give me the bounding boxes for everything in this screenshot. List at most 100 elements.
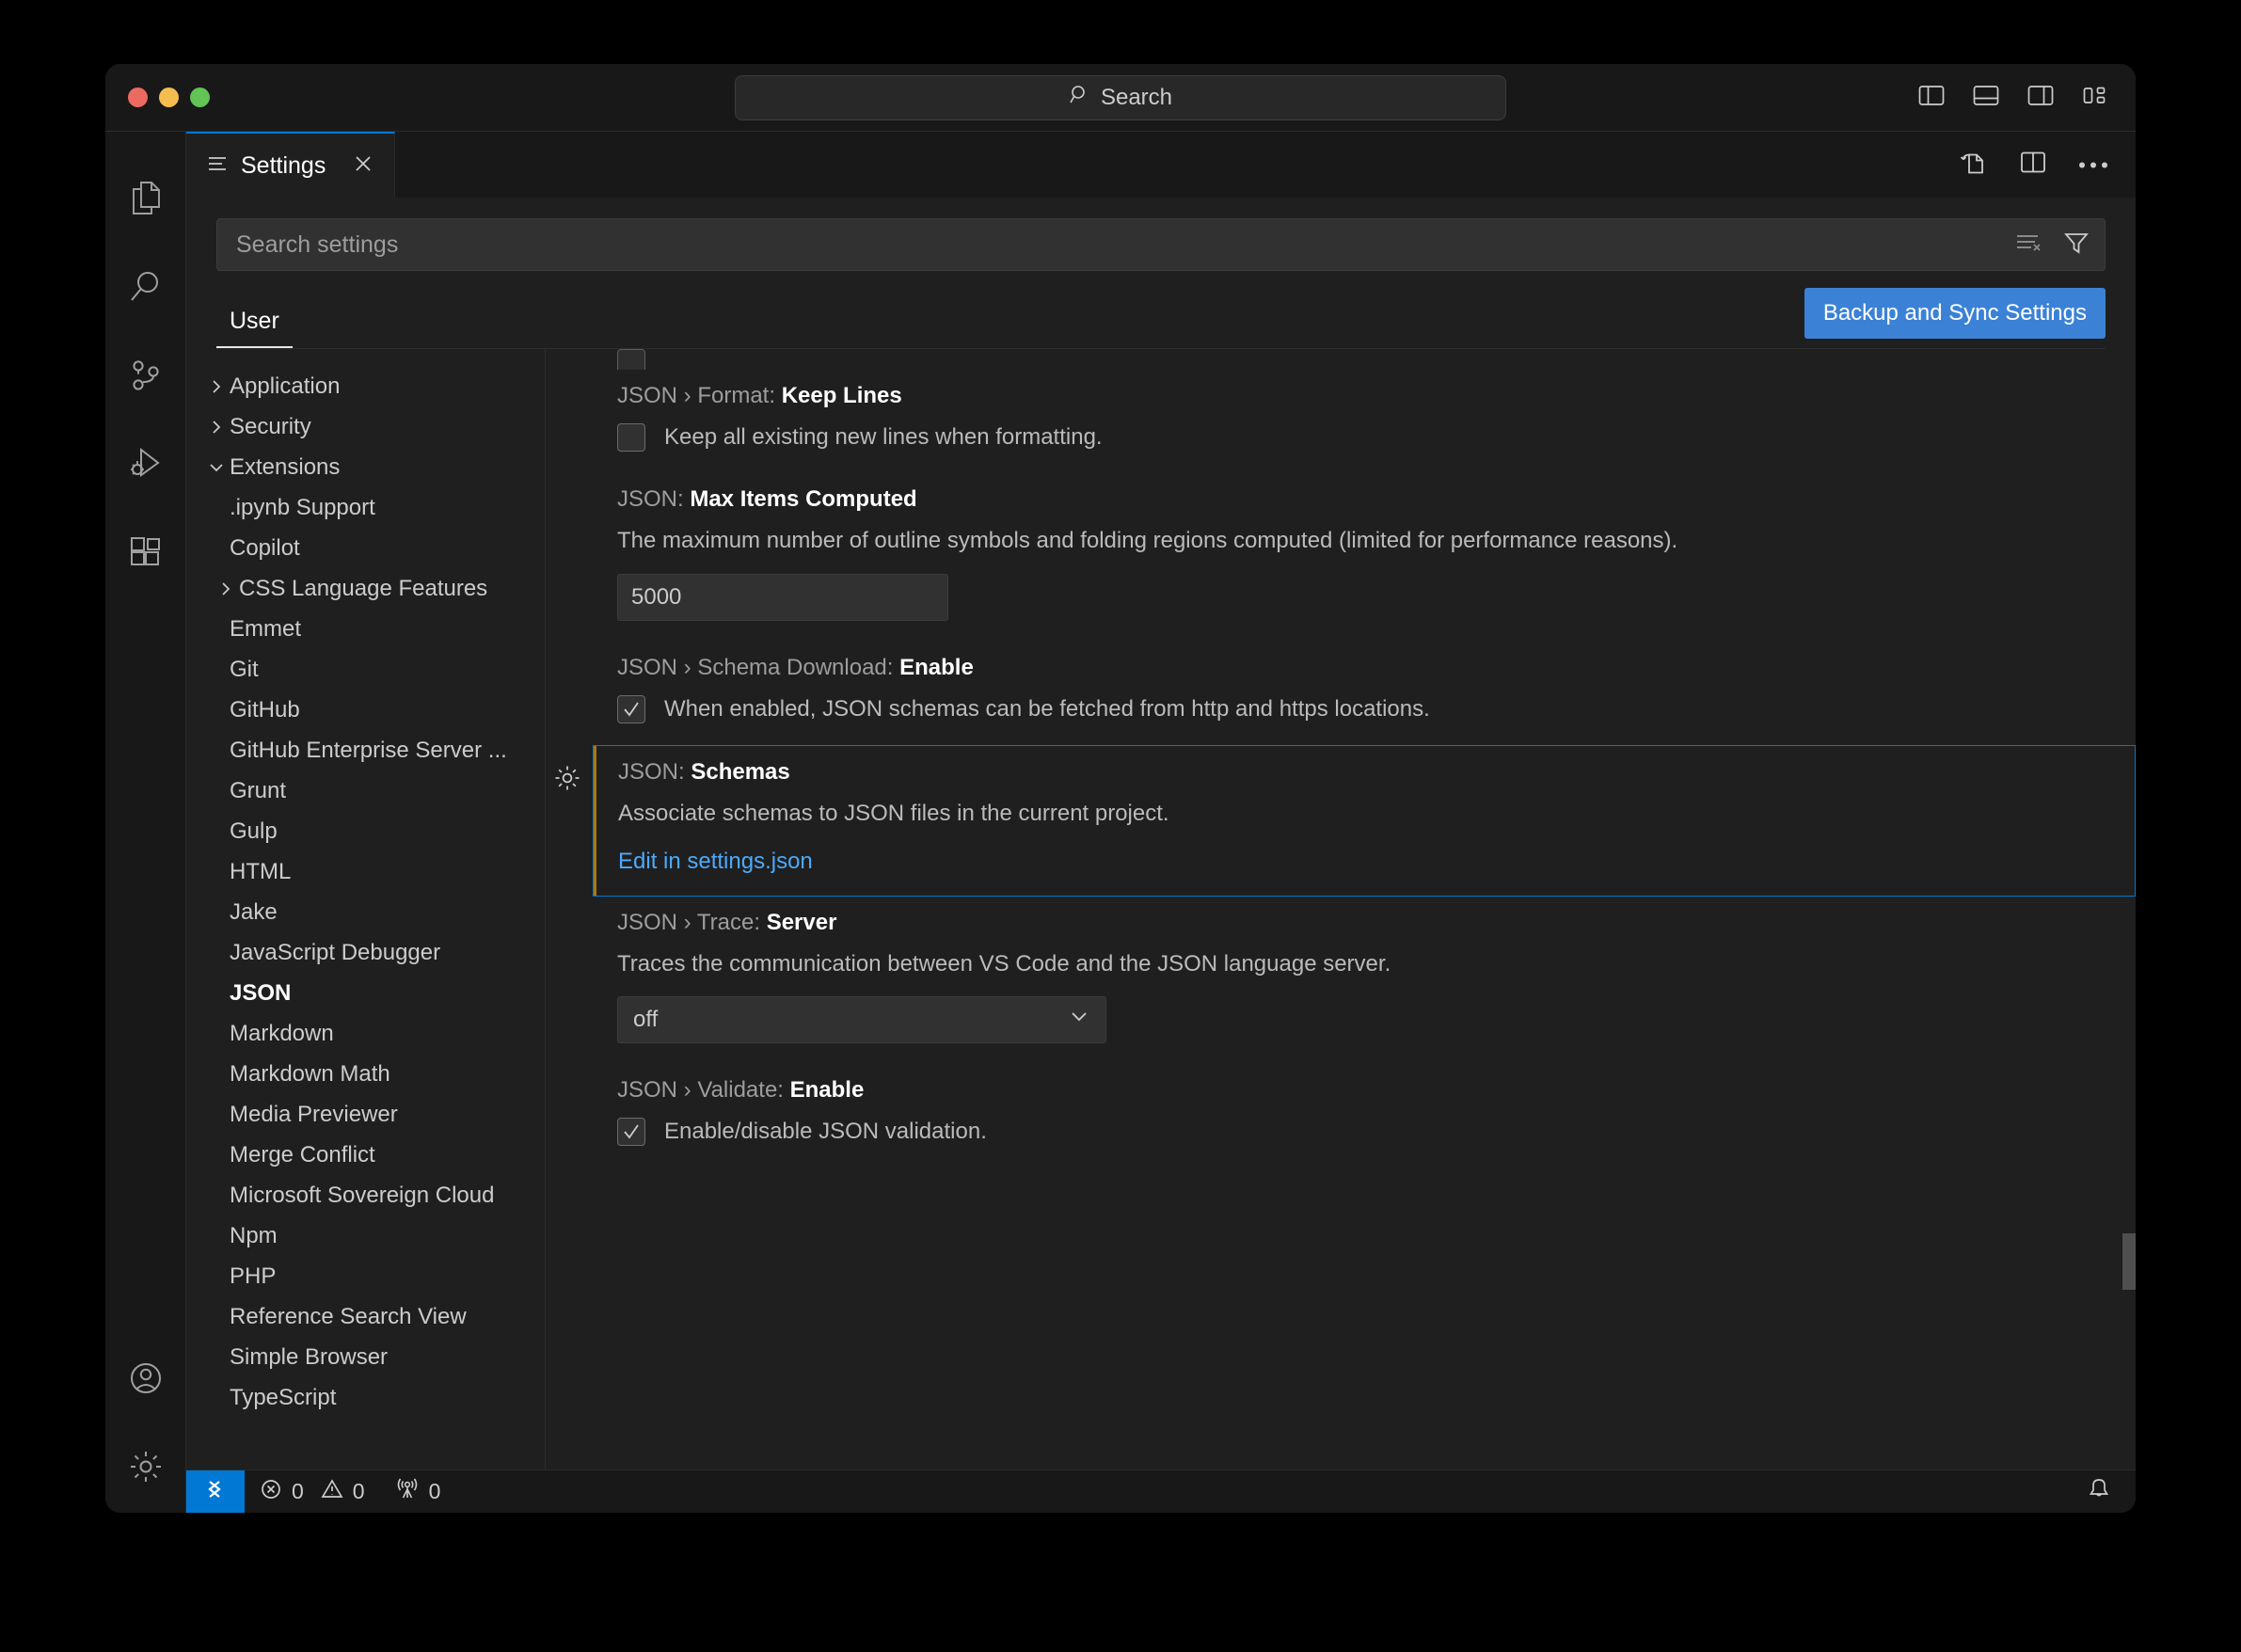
ports-status[interactable]: 0 (380, 1478, 456, 1506)
toc-item-label: Merge Conflict (230, 1141, 375, 1168)
search-settings-input[interactable]: Search settings (216, 218, 2106, 271)
toc-item-media-previewer[interactable]: Media Previewer (186, 1094, 545, 1135)
toggle-panel-icon[interactable] (1972, 83, 2000, 112)
toc-item-github[interactable]: GitHub (186, 690, 545, 730)
toc-item-markdown[interactable]: Markdown (186, 1013, 545, 1054)
activity-bar-item-manage[interactable] (105, 1424, 186, 1513)
edit-in-settings-json-link[interactable]: Edit in settings.json (618, 849, 813, 875)
toc-item-label: JavaScript Debugger (230, 939, 441, 965)
toc-item-grunt[interactable]: Grunt (186, 770, 545, 811)
remote-host-indicator[interactable] (186, 1469, 245, 1513)
toc-item-label: PHP (230, 1263, 277, 1289)
toc-item-security[interactable]: Security (186, 406, 545, 447)
toc-item-label: Markdown Math (230, 1060, 390, 1087)
command-center[interactable]: Search (735, 74, 1506, 120)
settings-toc-tree[interactable]: Application Security Extensions .ipynb S… (186, 349, 546, 1469)
activity-bar-item-search[interactable] (105, 245, 186, 333)
setting-title: JSON › Trace: Server (617, 910, 2111, 936)
toggle-secondary-sidebar-icon[interactable] (2026, 83, 2055, 112)
toc-item-simple-browser[interactable]: Simple Browser (186, 1337, 545, 1377)
open-settings-json-icon[interactable] (1959, 149, 1987, 182)
vscode-window: Search Settings Search settings User Bac… (105, 64, 2136, 1513)
toc-item-label: GitHub (230, 696, 300, 723)
tab-bar: Settings (186, 132, 2136, 198)
search-icon (1069, 84, 1091, 111)
validate-enable-checkbox[interactable] (617, 1118, 645, 1147)
activity-bar-item-run-and-debug[interactable] (105, 421, 186, 510)
checkbox[interactable] (617, 349, 645, 370)
toc-item-php[interactable]: PHP (186, 1256, 545, 1296)
chevron-down-icon[interactable] (203, 459, 230, 476)
more-actions-icon[interactable] (2079, 162, 2107, 167)
toc-item-microsoft-sovereign-cloud[interactable]: Microsoft Sovereign Cloud (186, 1175, 545, 1215)
toc-item-ipynb-support[interactable]: .ipynb Support (186, 487, 545, 528)
notifications-status[interactable] (2087, 1477, 2136, 1506)
maximize-window-button[interactable] (190, 87, 210, 107)
tab-user-settings-label: User (230, 308, 279, 334)
close-window-button[interactable] (128, 87, 148, 107)
settings-list-scrollbar[interactable] (2122, 1233, 2136, 1290)
ports-count: 0 (428, 1479, 441, 1503)
toc-item-typescript[interactable]: TypeScript (186, 1377, 545, 1418)
close-icon[interactable] (353, 153, 374, 179)
command-center-label: Search (1100, 84, 1173, 110)
trace-server-selected-value: off (633, 1006, 659, 1032)
setting-title-name: Max Items Computed (690, 486, 917, 513)
toc-item-javascript-debugger[interactable]: JavaScript Debugger (186, 932, 545, 973)
toc-item-label: CSS Language Features (239, 575, 488, 601)
toc-item-label: Security (230, 413, 311, 439)
schema-download-checkbox[interactable] (617, 694, 645, 723)
clear-filters-icon[interactable] (2014, 230, 2042, 260)
toc-item-application[interactable]: Application (186, 366, 545, 406)
activity-bar-item-explorer[interactable] (105, 156, 186, 245)
toc-item-copilot[interactable]: Copilot (186, 528, 545, 568)
toc-item-jake[interactable]: Jake (186, 892, 545, 932)
setting-json-schemas[interactable]: JSON: Schemas Associate schemas to JSON … (555, 745, 2136, 897)
toc-item-label: Copilot (230, 534, 300, 561)
toc-item-npm[interactable]: Npm (186, 1215, 545, 1256)
toc-item-label: Gulp (230, 818, 278, 844)
warning-icon (321, 1478, 343, 1506)
filter-icon[interactable] (2063, 230, 2090, 260)
chevron-right-icon[interactable] (213, 580, 239, 597)
activity-bar-item-source-control[interactable] (105, 333, 186, 421)
chevron-right-icon[interactable] (203, 419, 230, 436)
chevron-right-icon[interactable] (203, 378, 230, 395)
toc-item-css-language-features[interactable]: CSS Language Features (186, 568, 545, 609)
tab-settings[interactable]: Settings (186, 132, 395, 198)
keep-lines-checkbox[interactable] (617, 423, 645, 453)
activity-bar-item-extensions[interactable] (105, 510, 186, 598)
setting-json-trace-server: JSON › Trace: Server Traces the communic… (593, 897, 2136, 1064)
problems-status[interactable]: 0 0 (245, 1478, 380, 1506)
gear-icon[interactable] (552, 763, 582, 798)
toc-item-merge-conflict[interactable]: Merge Conflict (186, 1135, 545, 1175)
toggle-primary-sidebar-icon[interactable] (1917, 83, 1946, 112)
toc-item-label: TypeScript (230, 1384, 337, 1410)
toc-item-reference-search-view[interactable]: Reference Search View (186, 1296, 545, 1337)
toc-item-label: Simple Browser (230, 1343, 389, 1370)
backup-and-sync-settings-button[interactable]: Backup and Sync Settings (1804, 288, 2106, 339)
chevron-down-icon (1068, 1005, 1090, 1034)
minimize-window-button[interactable] (159, 87, 179, 107)
window-body: Settings Search settings User Backup and… (105, 132, 2136, 1513)
max-items-computed-input[interactable] (617, 573, 948, 621)
settings-list[interactable]: JSON › Format: Keep Lines Keep all exist… (546, 349, 2136, 1469)
toc-item-html[interactable]: HTML (186, 851, 545, 892)
toc-item-github-enterprise-server[interactable]: GitHub Enterprise Server ... (186, 730, 545, 770)
settings-scope-row: User Backup and Sync Settings (216, 288, 2106, 349)
split-editor-icon[interactable] (2019, 151, 2047, 180)
toc-item-extensions[interactable]: Extensions (186, 447, 545, 487)
toc-item-emmet[interactable]: Emmet (186, 609, 545, 649)
setting-title: JSON › Schema Download: Enable (617, 655, 2111, 681)
activity-bar-item-accounts[interactable] (105, 1336, 186, 1424)
customize-layout-icon[interactable] (2081, 83, 2109, 112)
setting-description: The maximum number of outline symbols an… (617, 528, 1678, 554)
toc-item-git[interactable]: Git (186, 649, 545, 690)
trace-server-dropdown[interactable]: off (617, 995, 1106, 1043)
toc-item-gulp[interactable]: Gulp (186, 811, 545, 851)
tab-user-settings[interactable]: User (216, 302, 293, 348)
tab-label: Settings (241, 151, 326, 179)
toc-item-label: Reference Search View (230, 1303, 467, 1329)
toc-item-markdown-math[interactable]: Markdown Math (186, 1054, 545, 1094)
toc-item-json[interactable]: JSON (186, 973, 545, 1013)
